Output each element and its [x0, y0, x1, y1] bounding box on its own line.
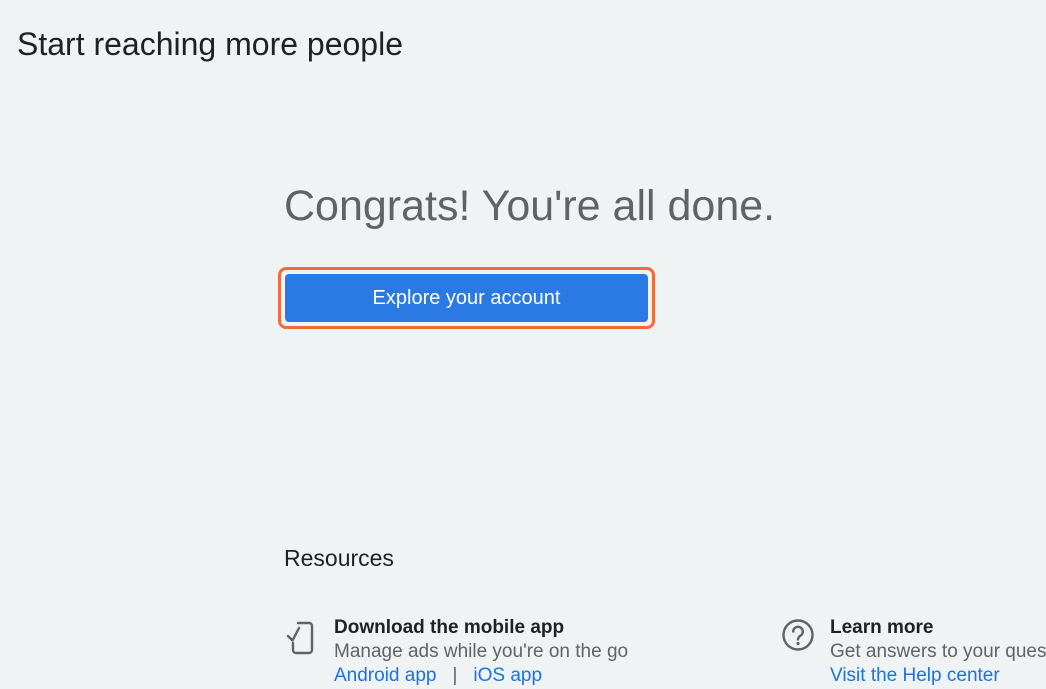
congrats-heading: Congrats! You're all done.: [284, 182, 776, 230]
page-title: Start reaching more people: [17, 26, 403, 62]
resource-title: Download the mobile app: [334, 617, 565, 638]
mobile-app-icon: [284, 616, 320, 656]
explore-account-highlight: Explore your account: [278, 267, 655, 329]
resource-links: Visit the Help center: [830, 664, 1046, 688]
resource-learn-text: Learn more Get answers to your questions…: [830, 616, 1046, 688]
link-separator: |: [452, 665, 458, 686]
ios-app-link[interactable]: iOS app: [473, 665, 542, 686]
resource-mobile-text: Download the mobile app Manage ads while…: [334, 616, 628, 688]
resource-title: Learn more: [830, 617, 934, 638]
android-app-link[interactable]: Android app: [334, 665, 436, 686]
resource-description: Get answers to your questions: [830, 641, 1046, 662]
help-center-link[interactable]: Visit the Help center: [830, 665, 1000, 686]
help-icon: [780, 616, 816, 656]
explore-account-button[interactable]: Explore your account: [285, 274, 648, 322]
resource-description: Manage ads while you're on the go: [334, 641, 629, 662]
resource-links: Android app | iOS app: [334, 664, 628, 688]
resources-heading: Resources: [284, 545, 394, 571]
